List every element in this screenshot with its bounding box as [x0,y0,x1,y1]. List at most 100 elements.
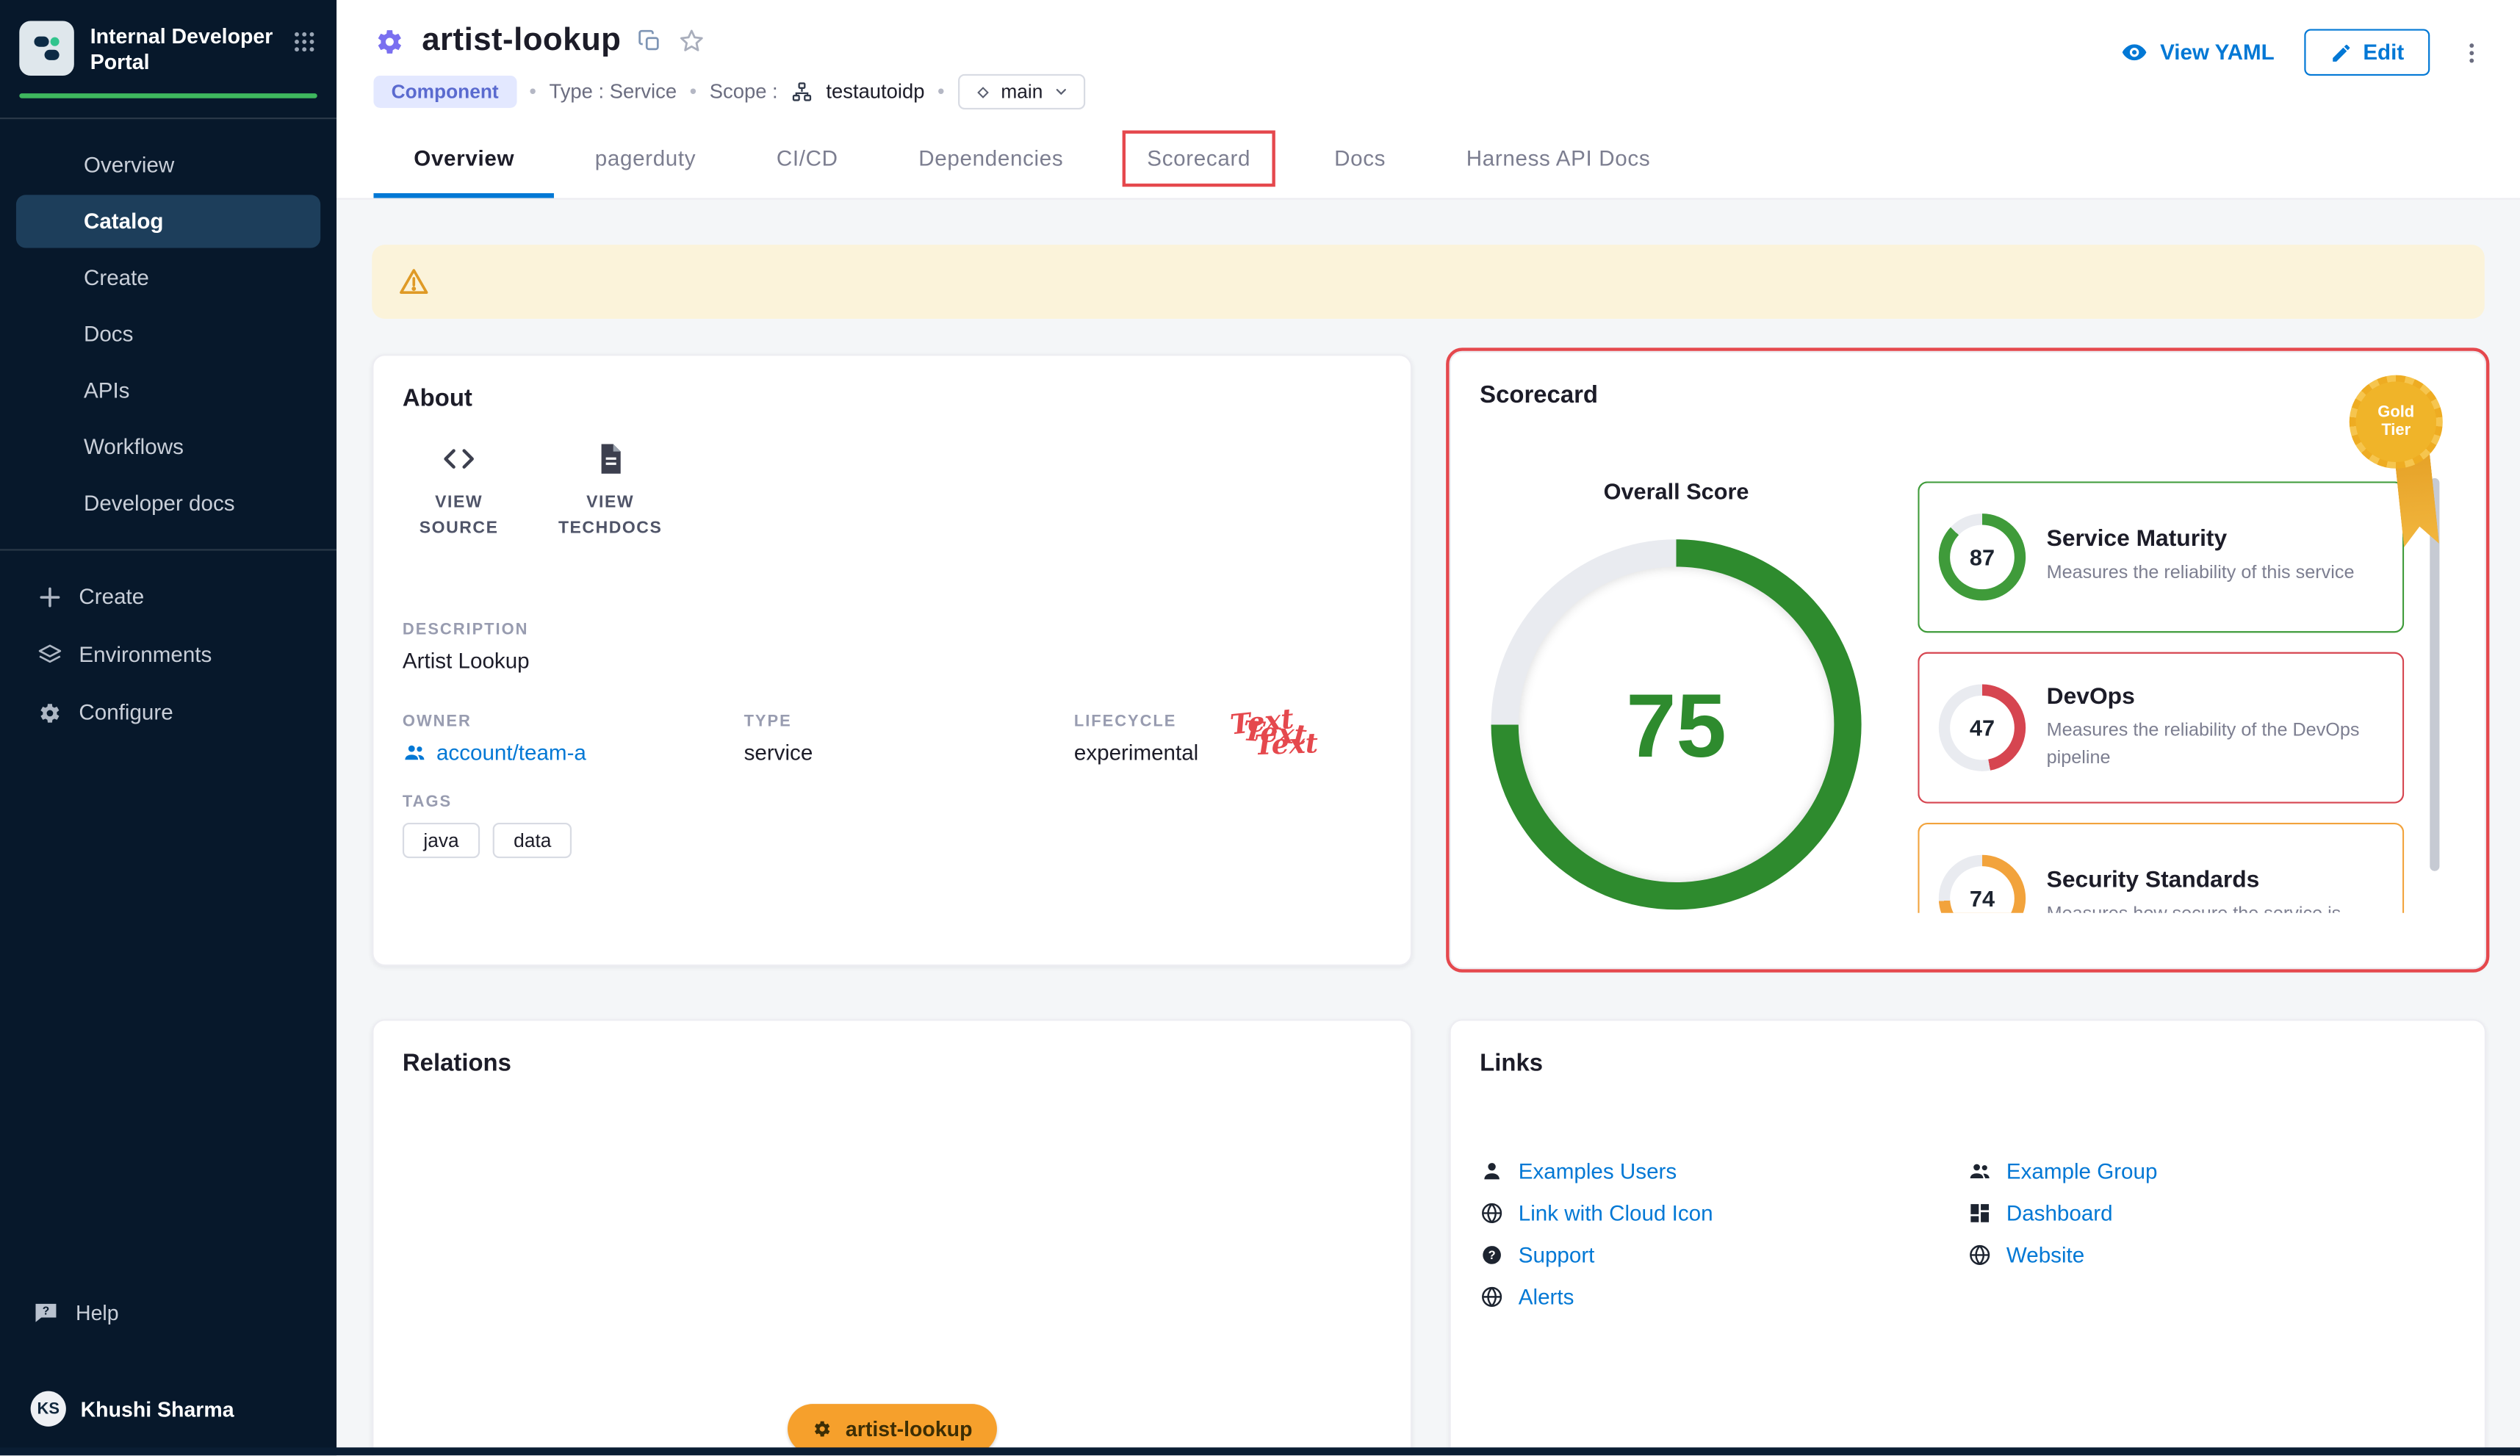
branch-icon [973,83,991,101]
about-card: About VIEW SOURCE VIEW TECHDOCS [372,354,1412,966]
view-yaml-button[interactable]: View YAML [2121,39,2274,66]
tab-scorecard[interactable]: Scorecard [1104,124,1294,198]
tab-dependencies[interactable]: Dependencies [878,124,1104,198]
entity-type: Type : Service [549,81,677,104]
view-techdocs-button[interactable]: VIEW TECHDOCS [547,442,673,542]
link-label: Website [2006,1243,2084,1267]
dashboard-icon [1968,1201,1992,1225]
user-menu[interactable]: KS Khushi Sharma [0,1375,336,1440]
separator: • [529,81,536,104]
link-label: Alerts [1519,1285,1574,1309]
copy-icon[interactable] [637,29,661,53]
check-ring: 87 [1939,513,2026,600]
sidebar-item-create-new[interactable]: Create [16,569,320,624]
sidebar-item-label: Environments [79,642,212,666]
link-label: Examples Users [1519,1159,1677,1183]
portal-title: Internal Developer Portal [90,21,276,76]
sidebar-item-workflows[interactable]: Workflows [16,419,320,472]
view-source-button[interactable]: VIEW SOURCE [396,442,522,542]
check-description: Measures how secure the service is [2047,902,2341,912]
user-name: Khushi Sharma [81,1396,234,1421]
scorecard-checks-list: 87 Service Maturity Measures the reliabi… [1918,481,2404,912]
tab-harness-api-docs[interactable]: Harness API Docs [1426,124,1691,198]
link-website[interactable]: Website [1968,1243,2455,1267]
link-support[interactable]: ? Support [1480,1243,1968,1267]
scorecard-title: Scorecard [1451,353,2485,409]
layers-icon [37,641,62,667]
bottom-strip [0,1447,2520,1455]
globe-icon [1480,1285,1504,1309]
links-column-2: Example Group Dashboard We [1968,1159,2455,1309]
warning-banner [372,245,2485,319]
view-source-label: VIEW SOURCE [396,489,522,541]
component-gear-icon [373,25,406,57]
sidebar-item-create[interactable]: Create [16,251,320,303]
link-cloud-icon[interactable]: Link with Cloud Icon [1480,1201,1968,1225]
overall-score-value: 75 [1491,539,1862,909]
links-title: Links [1451,1021,2485,1078]
tab-docs[interactable]: Docs [1294,124,1426,198]
relations-entity-node[interactable]: artist-lookup [788,1404,996,1454]
check-title: DevOps [2047,685,2383,710]
portal-logo-icon[interactable] [19,21,74,76]
app-root: Internal Developer Portal Overview Catal… [0,0,2520,1455]
code-icon [442,442,477,477]
check-card-service-maturity[interactable]: 87 Service Maturity Measures the reliabi… [1918,481,2404,633]
tab-pagerduty[interactable]: pagerduty [555,124,736,198]
owner-label: OWNER [403,713,586,731]
sidebar-item-apis[interactable]: APIs [16,363,320,416]
link-examples-users[interactable]: Examples Users [1480,1159,1968,1183]
view-techdocs-label: VIEW TECHDOCS [547,489,673,541]
scope-label: Scope : [710,81,778,104]
document-icon [593,442,628,477]
edit-button[interactable]: Edit [2303,29,2430,76]
check-score: 47 [1939,684,2026,771]
help-button[interactable]: ? Help [0,1286,336,1339]
tag-chip[interactable]: data [493,823,572,858]
check-ring: 47 [1939,684,2026,771]
sidebar-item-configure[interactable]: Configure [16,685,320,740]
link-alerts[interactable]: Alerts [1480,1285,1968,1309]
page-title: artist-lookup [422,23,621,60]
check-score: 74 [1939,855,2026,913]
check-title: Service Maturity [2047,527,2355,553]
type-label: TYPE [744,713,813,731]
overall-score-donut: 75 [1491,539,1862,909]
star-icon[interactable] [677,27,705,54]
sidebar-item-label: Create [79,585,144,609]
description-field: DESCRIPTION Artist Lookup [403,621,530,673]
badge-label: Gold Tier [2372,403,2420,440]
divider [0,548,336,549]
link-dashboard[interactable]: Dashboard [1968,1201,2455,1225]
owner-value: account/team-a [436,740,586,765]
tab-cicd[interactable]: CI/CD [736,124,878,198]
sidebar-item-catalog[interactable]: Catalog [16,194,320,247]
link-label: Support [1519,1243,1595,1267]
check-description: Measures the reliability of the DevOps p… [2047,718,2383,771]
sidebar-item-docs[interactable]: Docs [16,307,320,360]
check-card-security-standards[interactable]: 74 Security Standards Measures how secur… [1918,823,2404,913]
lifecycle-field: LIFECYCLE experimental [1074,713,1198,765]
lifecycle-text-artifact: Text Text Text [1230,707,1375,781]
apps-grid-icon[interactable] [292,29,317,54]
more-options-icon[interactable] [2459,38,2485,67]
check-card-devops[interactable]: 47 DevOps Measures the reliability of th… [1918,652,2404,804]
entity-header: artist-lookup Component • Type : Service… [336,0,2520,200]
group-icon [403,740,427,765]
gear-icon [37,699,62,725]
brand: Internal Developer Portal [0,0,336,90]
group-icon [1968,1159,1992,1183]
sidebar-item-developer-docs[interactable]: Developer docs [16,476,320,529]
owner-link[interactable]: account/team-a [403,740,586,765]
relations-node-label: artist-lookup [846,1417,973,1441]
branch-selector[interactable]: main [957,74,1084,109]
tab-overview[interactable]: Overview [373,124,554,198]
about-title: About [373,356,1410,412]
sidebar-item-environments[interactable]: Environments [16,627,320,682]
tag-chip[interactable]: java [403,823,480,858]
avatar: KS [31,1391,66,1427]
link-example-group[interactable]: Example Group [1968,1159,2455,1183]
sidebar-item-overview[interactable]: Overview [16,137,320,190]
tab-bar: Overview pagerduty CI/CD Dependencies Sc… [373,124,2520,198]
type-field: TYPE service [744,713,813,765]
